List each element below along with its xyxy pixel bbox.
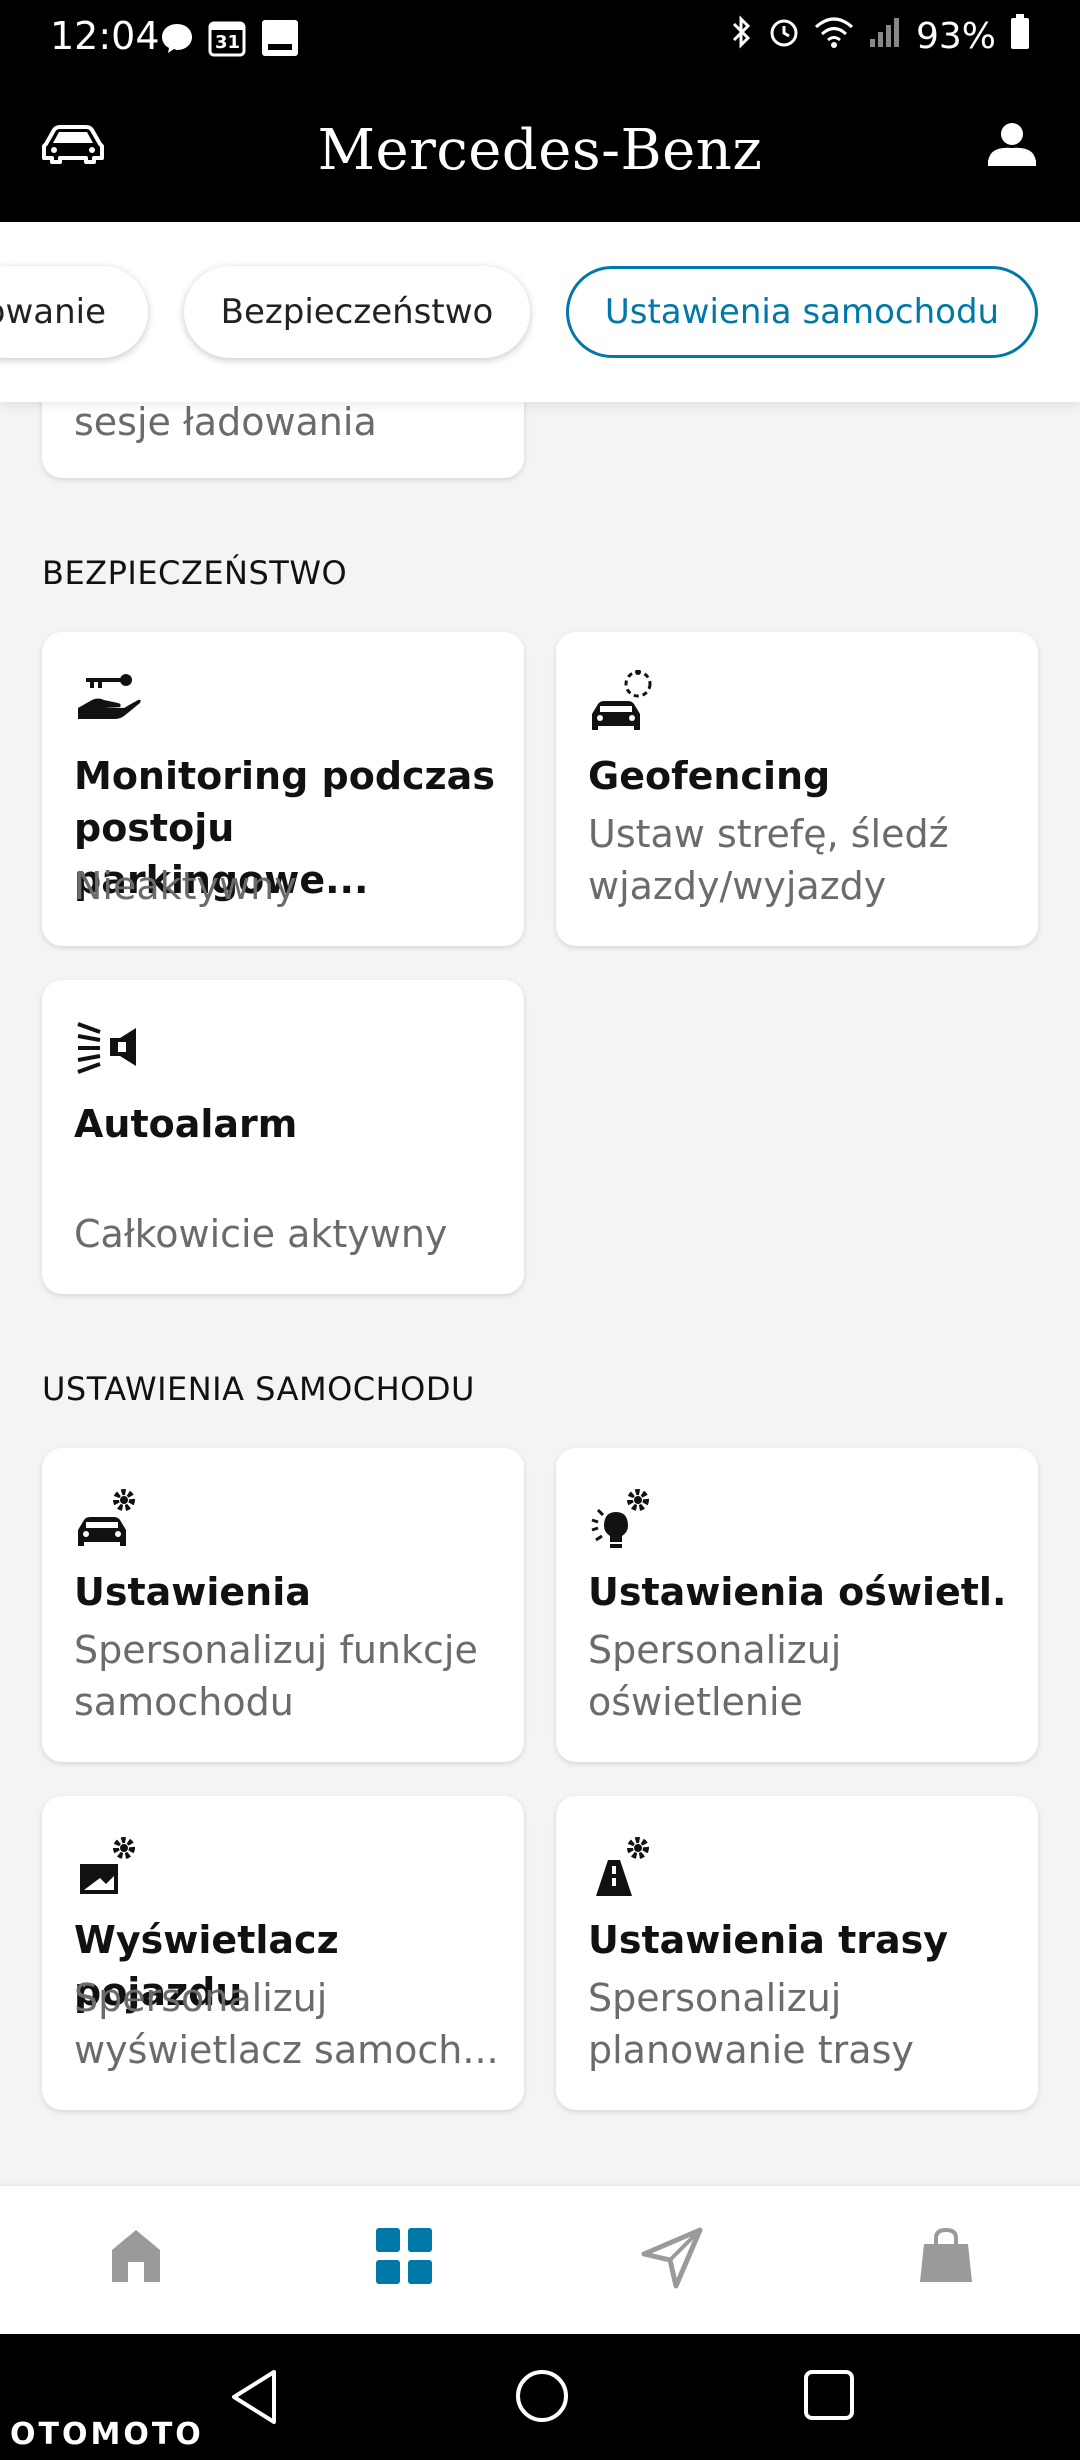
chip-bezpieczenstwo[interactable]: Bezpieczeństwo bbox=[184, 266, 530, 358]
chip-ustawienia-samochodu[interactable]: Ustawienia samochodu bbox=[566, 266, 1038, 358]
home-icon[interactable] bbox=[108, 2226, 164, 2290]
key-hand-icon bbox=[74, 670, 144, 730]
battery-percent: 93% bbox=[915, 16, 996, 57]
light-gear-icon bbox=[588, 1486, 658, 1556]
chat-icon bbox=[160, 21, 194, 59]
card-subtitle: Nieaktywny bbox=[74, 864, 297, 908]
home-circle-icon[interactable] bbox=[514, 2368, 570, 2428]
parking-monitoring-card[interactable]: Monitoring podczas postoju parkingowe...… bbox=[42, 632, 524, 946]
status-bar: 12:04 31 93% bbox=[0, 0, 1080, 80]
vehicle-display-card[interactable]: Wyświetlacz pojazdu Spersonalizuj wyświe… bbox=[42, 1796, 524, 2110]
status-time: 12:04 bbox=[50, 14, 160, 58]
card-subtitle: Całkowicie aktywny bbox=[74, 1212, 448, 1256]
section-title-car-settings: USTAWIENIA SAMOCHODU bbox=[42, 1370, 475, 1408]
card-subtitle: Spersonalizuj wyświetlacz samoch... bbox=[74, 1976, 499, 2072]
geofencing-card[interactable]: Geofencing Ustaw strefę, śledź wjazdy/wy… bbox=[556, 632, 1038, 946]
grid-icon[interactable] bbox=[374, 2226, 434, 2290]
navigation-icon[interactable] bbox=[640, 2226, 704, 2294]
lighting-settings-card[interactable]: Ustawienia oświetl. Spersonalizuj oświet… bbox=[556, 1448, 1038, 1762]
bottom-navigation bbox=[0, 2186, 1080, 2334]
card-title: Ustawienia trasy bbox=[588, 1918, 949, 1962]
geofence-car-icon bbox=[588, 669, 658, 740]
card-title: Ustawienia bbox=[74, 1570, 311, 1614]
back-icon[interactable] bbox=[228, 2368, 280, 2430]
autoalarm-card[interactable]: Autoalarm Całkowicie aktywny bbox=[42, 980, 524, 1294]
car-gear-icon bbox=[74, 1486, 144, 1556]
category-chip-bar: owanie Bezpieczeństwo Ustawienia samocho… bbox=[0, 222, 1080, 402]
alarm-icon bbox=[768, 15, 800, 58]
signal-icon bbox=[868, 15, 902, 58]
status-right: 93% bbox=[730, 14, 1030, 59]
bluetooth-icon bbox=[730, 15, 754, 58]
card-title: Ustawienia oświetl. bbox=[588, 1570, 1007, 1614]
watermark: OTOMOTO bbox=[10, 2417, 204, 2452]
app-header: Mercedes-Benz bbox=[0, 80, 1080, 222]
battery-icon bbox=[1010, 14, 1030, 59]
chip-label: Ustawienia samochodu bbox=[604, 292, 1000, 332]
card-title: Autoalarm bbox=[74, 1102, 298, 1146]
card-subtitle: Spersonalizuj funkcje samochodu bbox=[74, 1628, 478, 1724]
system-navigation: OTOMOTO bbox=[0, 2334, 1080, 2460]
card-subtitle: Spersonalizuj planowanie trasy bbox=[588, 1976, 914, 2072]
chip-label: owanie bbox=[0, 292, 106, 332]
charging-sessions-card[interactable]: sesje ładowania bbox=[42, 402, 524, 478]
recents-icon[interactable] bbox=[802, 2368, 856, 2426]
content-scroll[interactable]: sesje ładowania BEZPIECZEŃSTWO Monitorin… bbox=[0, 402, 1080, 2182]
app-title: Mercedes-Benz bbox=[317, 118, 763, 183]
route-settings-card[interactable]: Ustawienia trasy Spersonalizuj planowani… bbox=[556, 1796, 1038, 2110]
section-title-security: BEZPIECZEŃSTWO bbox=[42, 554, 348, 592]
calendar-icon: 31 bbox=[208, 19, 246, 61]
route-gear-icon bbox=[588, 1834, 658, 1904]
profile-icon[interactable] bbox=[986, 120, 1038, 172]
card-subtitle: Ustaw strefę, śledź wjazdy/wyjazdy bbox=[588, 812, 949, 908]
car-settings-card[interactable]: Ustawienia Spersonalizuj funkcje samocho… bbox=[42, 1448, 524, 1762]
status-left-icons: 31 bbox=[160, 18, 300, 62]
alarm-horn-icon bbox=[74, 1018, 144, 1082]
card-subtitle: sesje ładowania bbox=[74, 402, 377, 444]
chip-ladowanie[interactable]: owanie bbox=[0, 266, 148, 358]
card-title: Geofencing bbox=[588, 754, 831, 798]
card-subtitle: Spersonalizuj oświetlenie bbox=[588, 1628, 842, 1724]
display-gear-icon bbox=[74, 1834, 144, 1904]
calendar-day: 31 bbox=[215, 32, 241, 53]
wifi-icon bbox=[814, 15, 854, 58]
shopping-bag-icon[interactable] bbox=[918, 2226, 974, 2290]
chip-label: Bezpieczeństwo bbox=[220, 292, 494, 332]
notification-box-icon bbox=[260, 18, 300, 62]
